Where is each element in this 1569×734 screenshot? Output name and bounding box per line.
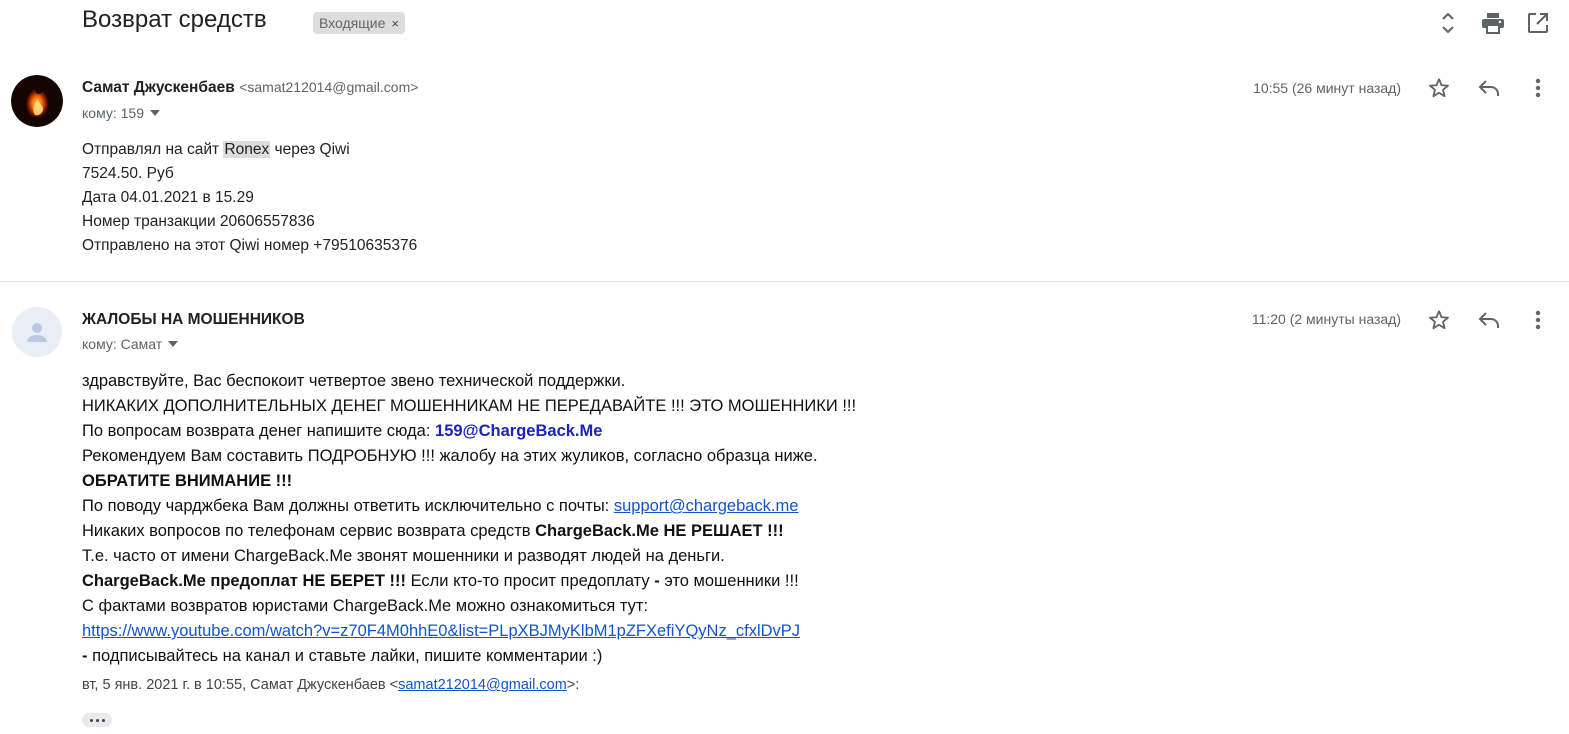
body-line: НИКАКИХ ДОПОЛНИТЕЛЬНЫХ ДЕНЕГ МОШЕННИКАМ … — [82, 397, 857, 415]
body-line: Отправлял на сайт Ronex через Qiwi — [82, 141, 350, 158]
message-time[interactable]: 11:20 (2 минуты назад) — [1180, 311, 1401, 327]
message2-body: здравствуйте, Вас беспокоит четвертое зв… — [82, 369, 856, 669]
quoted-header: вт, 5 янв. 2021 г. в 10:55, Самат Джуске… — [82, 677, 580, 693]
body-line: 7524.50. Руб — [82, 165, 174, 182]
sender-name[interactable]: Самат Джускенбаев — [82, 79, 235, 96]
recipients-dropdown[interactable]: кому: Самат — [82, 336, 179, 352]
body-line: https://www.youtube.com/watch?v=z70F4M0h… — [82, 619, 856, 644]
sender-email: <samat212014@gmail.com> — [239, 79, 419, 95]
body-line: Номер транзакции 20606557836 — [82, 213, 315, 230]
recipients-text: кому: 159 — [82, 105, 144, 121]
open-in-new-window-icon[interactable] — [1525, 10, 1551, 36]
thread-subject: Возврат средств — [82, 6, 267, 33]
body-line: - подписывайтесь на канал и ставьте лайк… — [82, 647, 603, 665]
body-line: ChargeBack.Me предоплат НЕ БЕРЕТ !!! Есл… — [82, 572, 799, 590]
recipients-text: кому: Самат — [82, 336, 163, 352]
body-line: Отправлено на этот Qiwi номер +795106353… — [82, 237, 418, 254]
print-icon[interactable] — [1480, 10, 1506, 36]
sender-avatar[interactable] — [11, 75, 63, 127]
show-trimmed-content-button[interactable] — [82, 713, 112, 727]
body-line: Т.е. часто от имени ChargeBack.Me звонят… — [82, 547, 725, 565]
quoted-email-link[interactable]: samat212014@gmail.com — [398, 677, 567, 693]
body-line: Никаких вопросов по телефонам сервис воз… — [82, 522, 784, 540]
message-time[interactable]: 10:55 (26 минут назад) — [1180, 80, 1401, 96]
remove-label-icon[interactable]: × — [391, 16, 399, 31]
sender-name[interactable]: ЖАЛОБЫ НА МОШЕННИКОВ — [82, 311, 305, 329]
youtube-link[interactable]: https://www.youtube.com/watch?v=z70F4M0h… — [82, 622, 800, 640]
chevron-down-icon — [150, 110, 160, 116]
message-divider — [0, 281, 1569, 282]
default-avatar-icon[interactable] — [12, 307, 62, 357]
reply-icon[interactable] — [1476, 75, 1502, 101]
message1-header: Самат Джускенбаев <samat212014@gmail.com… — [82, 79, 418, 97]
more-options-icon[interactable] — [1525, 307, 1551, 333]
body-line: По поводу чарджбека Вам должны ответить … — [82, 497, 799, 515]
more-options-icon[interactable] — [1525, 75, 1551, 101]
star-icon[interactable] — [1426, 307, 1452, 333]
body-line: По вопросам возврата денег напишите сюда… — [82, 422, 603, 440]
body-line: Рекомендуем Вам составить ПОДРОБНУЮ !!! … — [82, 447, 818, 465]
highlighted-word: Ronex — [223, 141, 271, 158]
expand-all-icon[interactable] — [1435, 10, 1461, 36]
recipients-dropdown[interactable]: кому: 159 — [82, 105, 160, 121]
reply-icon[interactable] — [1476, 307, 1502, 333]
chevron-down-icon — [168, 341, 179, 347]
label-text: Входящие — [319, 15, 386, 31]
contact-email-bold: 159@ChargeBack.Me — [435, 422, 603, 440]
body-line: здравствуйте, Вас беспокоит четвертое зв… — [82, 372, 626, 390]
body-line: Дата 04.01.2021 в 15.29 — [82, 189, 254, 206]
star-icon[interactable] — [1426, 75, 1452, 101]
body-line: ОБРАТИТЕ ВНИМАНИЕ !!! — [82, 472, 293, 490]
message1-body: Отправлял на сайт Ronex через Qiwi 7524.… — [82, 138, 417, 258]
support-email-link[interactable]: support@chargeback.me — [614, 497, 799, 515]
body-line: С фактами возвратов юристами ChargeBack.… — [82, 597, 649, 615]
inbox-label-chip[interactable]: Входящие × — [313, 12, 405, 34]
